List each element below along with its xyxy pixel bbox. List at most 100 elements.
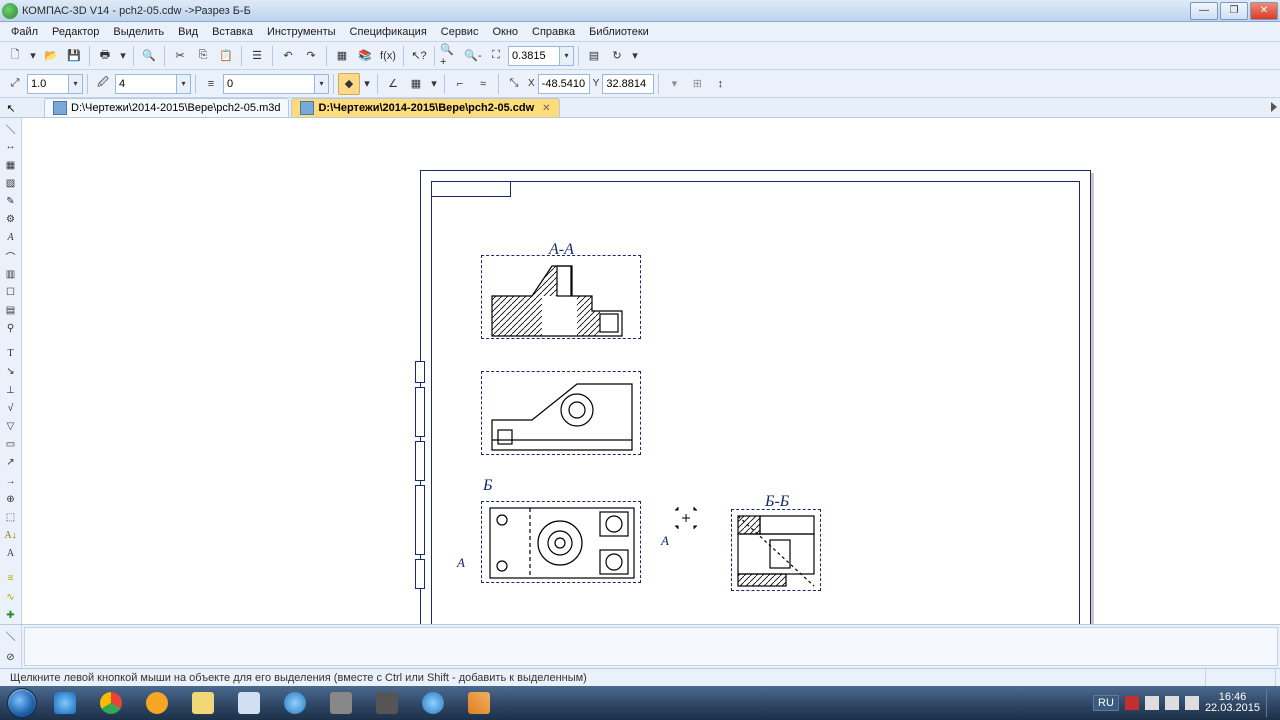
bolt-tool[interactable]: ⚲ (2, 320, 20, 337)
snap-toggle[interactable]: ◆ (338, 73, 360, 95)
print-button[interactable]: 🖶 (94, 45, 116, 67)
edit-tool[interactable]: ✎ (2, 193, 20, 210)
new-dropdown[interactable]: ▾ (27, 45, 39, 67)
print-dropdown[interactable]: ▾ (117, 45, 129, 67)
angle-dropdown[interactable]: ▾ (315, 74, 329, 94)
stylenum-dropdown[interactable]: ▾ (177, 74, 191, 94)
prop-apply[interactable]: ＼ (2, 627, 20, 645)
menu-select[interactable]: Выделить (106, 24, 171, 40)
refresh-button[interactable]: ↻ (606, 45, 628, 67)
copy-button[interactable]: ⎘ (192, 45, 214, 67)
zoom-input[interactable] (508, 46, 560, 66)
redo-button[interactable]: ↷ (300, 45, 322, 67)
spec-tool[interactable]: ☐ (2, 284, 20, 301)
help-cursor-button[interactable]: ↖? (408, 45, 430, 67)
layers-button[interactable]: ≡ (200, 73, 222, 95)
libs-button[interactable]: 📚 (354, 45, 376, 67)
center-tool[interactable]: ⊕ (2, 491, 20, 508)
show-desktop[interactable] (1266, 689, 1274, 717)
taskbar-kompas2[interactable] (411, 689, 455, 717)
view-bb-box[interactable] (731, 509, 821, 591)
axis-tool[interactable]: ≡ (2, 570, 20, 587)
manager-button[interactable]: ▦ (331, 45, 353, 67)
arrow-tool[interactable]: → (2, 473, 20, 490)
zoom-combo[interactable]: ▾ (508, 46, 574, 66)
table-tool[interactable]: ▥ (2, 266, 20, 283)
menu-tools[interactable]: Инструменты (260, 24, 343, 40)
view-top-box[interactable] (481, 501, 641, 583)
tab-scroll-left[interactable]: ↖ (2, 99, 20, 117)
stylenum-combo[interactable]: ▾ (115, 74, 191, 94)
tangent-tool[interactable]: ⊥ (2, 382, 20, 399)
taskbar-app2[interactable] (365, 689, 409, 717)
open-button[interactable]: 📂 (40, 45, 62, 67)
tray-volume-icon[interactable] (1165, 696, 1179, 710)
menu-editor[interactable]: Редактор (45, 24, 106, 40)
zoom-dropdown[interactable]: ▾ (560, 46, 574, 66)
coord-dropdown[interactable]: ▾ (663, 73, 685, 95)
angle-input[interactable] (223, 74, 315, 94)
doc-tab-1[interactable]: D:\Чертежи\2014-2015\Вере\pch2-05.m3d (44, 98, 289, 117)
angle-combo[interactable]: ▾ (223, 74, 329, 94)
doc-tab-2[interactable]: D:\Чертежи\2014-2015\Вере\pch2-05.cdw ✕ (291, 98, 559, 117)
cut-symbol-tool[interactable]: A↓ (2, 527, 20, 544)
stylenum-input[interactable] (115, 74, 177, 94)
dim-tool[interactable]: ↔ (2, 138, 20, 155)
view-aa-box[interactable] (481, 255, 641, 339)
save-button[interactable]: 💾 (63, 45, 85, 67)
taskbar-explorer[interactable] (181, 689, 225, 717)
style-button[interactable]: 🖉 (92, 73, 114, 95)
menu-spec[interactable]: Спецификация (343, 24, 434, 40)
property-body[interactable] (24, 627, 1278, 666)
zoomin-button[interactable]: 🔍+ (439, 45, 461, 67)
hatch-tool[interactable]: ▨ (2, 175, 20, 192)
zoomwin-button[interactable]: ⛶ (485, 45, 507, 67)
menu-file[interactable]: Файл (4, 24, 45, 40)
report-tool[interactable]: ▤ (2, 302, 20, 319)
taskbar-app1[interactable] (319, 689, 363, 717)
prop-cancel[interactable]: ⊘ (2, 648, 20, 666)
step-combo[interactable]: ▾ (27, 74, 83, 94)
close-button[interactable]: ✕ (1250, 2, 1278, 20)
cut-button[interactable]: ✂ (169, 45, 191, 67)
x-input[interactable] (538, 74, 590, 94)
taskbar-app3[interactable] (457, 689, 501, 717)
tab-scroll-right[interactable] (1271, 102, 1277, 112)
view-front-box[interactable] (481, 371, 641, 455)
tab-close-icon[interactable]: ✕ (542, 103, 550, 114)
misc-button[interactable]: ⊞ (686, 73, 708, 95)
menu-insert[interactable]: Вставка (205, 24, 260, 40)
mark-tool[interactable]: ↗ (2, 454, 20, 471)
grid-dropdown[interactable]: ▾ (428, 73, 440, 95)
tray-flag-icon[interactable] (1125, 696, 1139, 710)
taskbar-writer[interactable] (227, 689, 271, 717)
taskbar-ie[interactable] (43, 689, 87, 717)
menu-libs[interactable]: Библиотеки (582, 24, 656, 40)
start-button[interactable] (2, 687, 42, 719)
coord-mode-button[interactable]: ⤡ (503, 73, 525, 95)
roughness-tool[interactable]: √ (2, 400, 20, 417)
minimize-button[interactable]: — (1190, 2, 1218, 20)
section-tool[interactable]: ⬚ (2, 509, 20, 526)
paste-button[interactable]: 📋 (215, 45, 237, 67)
tray-clock[interactable]: 16:46 22.03.2015 (1205, 692, 1260, 714)
text-tool[interactable]: A (2, 229, 20, 246)
geometry-tool[interactable]: ＼ (2, 120, 20, 137)
symbol-tool[interactable]: ▦ (2, 156, 20, 173)
y-input[interactable] (602, 74, 654, 94)
centerline-tool[interactable]: ✚ (2, 607, 20, 624)
tray-network-icon[interactable] (1145, 696, 1159, 710)
step-input[interactable] (27, 74, 69, 94)
view-arrow-tool[interactable]: A (2, 545, 20, 562)
step-dropdown[interactable]: ▾ (69, 74, 83, 94)
taskbar-chrome[interactable] (89, 689, 133, 717)
refresh-drop[interactable]: ▾ (629, 45, 641, 67)
taskbar-media[interactable] (135, 689, 179, 717)
lang-indicator[interactable]: RU (1093, 695, 1119, 711)
wave-tool[interactable]: ∿ (2, 588, 20, 605)
misc2-button[interactable]: ↕ (709, 73, 731, 95)
text-insert-tool[interactable]: T (2, 345, 20, 362)
param-tool[interactable]: ⚙ (2, 211, 20, 228)
maximize-button[interactable]: ❐ (1220, 2, 1248, 20)
zoomout-button[interactable]: 🔍- (462, 45, 484, 67)
